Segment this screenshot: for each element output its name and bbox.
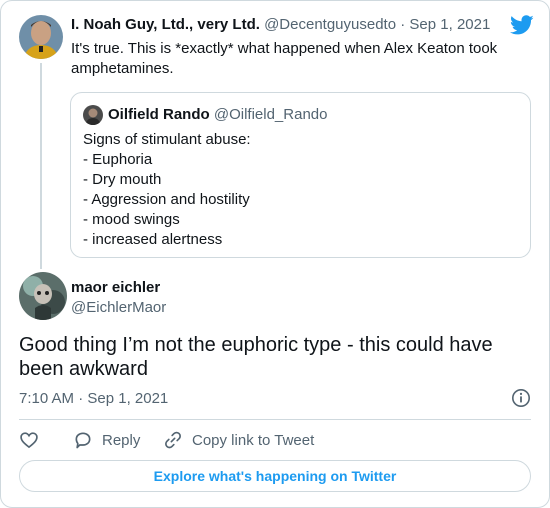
tweet-date[interactable]: Sep 1, 2021	[409, 16, 490, 33]
heart-icon	[20, 432, 38, 449]
copy-link-label: Copy link to Tweet	[192, 431, 315, 449]
quoted-tweet-text: Signs of stimulant abuse: - Euphoria - D…	[83, 130, 251, 250]
author-handle[interactable]: @EichlerMaor	[71, 299, 166, 316]
quoted-line: - Euphoria	[83, 151, 153, 168]
like-button[interactable]	[19, 429, 48, 451]
separator: ·	[400, 16, 406, 33]
speech-bubble-icon	[75, 432, 91, 449]
reply-button[interactable]: Reply	[73, 429, 140, 451]
quoted-line: - Dry mouth	[83, 171, 162, 188]
author-name[interactable]: I. Noah Guy, Ltd., very Ltd.	[71, 16, 260, 33]
thread-connector-line	[40, 63, 42, 269]
author-handle[interactable]: @Decentguyusedto	[264, 16, 396, 33]
explore-twitter-button[interactable]: Explore what's happening on Twitter	[19, 460, 531, 492]
reply-label: Reply	[102, 431, 141, 449]
avatar	[83, 105, 103, 125]
quoted-tweet-header: Oilfield Rando @Oilfield_Rando	[108, 106, 327, 123]
link-icon	[165, 431, 181, 449]
quoted-line: - Aggression and hostility	[83, 191, 250, 208]
avatar[interactable]	[19, 15, 63, 59]
avatar[interactable]	[19, 272, 67, 320]
parent-tweet-header: I. Noah Guy, Ltd., very Ltd. @Decentguyu…	[71, 16, 501, 33]
quoted-line: - increased alertness	[83, 231, 223, 248]
copy-link-button[interactable]: Copy link to Tweet	[163, 429, 314, 451]
quoted-line: Signs of stimulant abuse:	[83, 131, 251, 148]
quoted-author-handle: @Oilfield_Rando	[213, 106, 328, 123]
tweet-text: Good thing I’m not the euphoric type - t…	[19, 334, 493, 380]
quoted-line: - mood swings	[83, 211, 180, 228]
quoted-author-name: Oilfield Rando	[108, 106, 210, 123]
parent-tweet-text: It's true. This is *exactly* what happen…	[71, 40, 498, 77]
divider	[19, 419, 531, 420]
info-icon[interactable]	[511, 388, 531, 408]
quoted-tweet[interactable]: Oilfield Rando @Oilfield_Rando Signs of …	[70, 92, 531, 258]
embedded-tweet-card: I. Noah Guy, Ltd., very Ltd. @Decentguyu…	[0, 0, 550, 508]
twitter-bird-icon[interactable]	[510, 13, 534, 37]
author-name[interactable]: maor eichler	[71, 279, 160, 296]
tweet-timestamp[interactable]: 7:10 AM · Sep 1, 2021	[19, 390, 168, 407]
